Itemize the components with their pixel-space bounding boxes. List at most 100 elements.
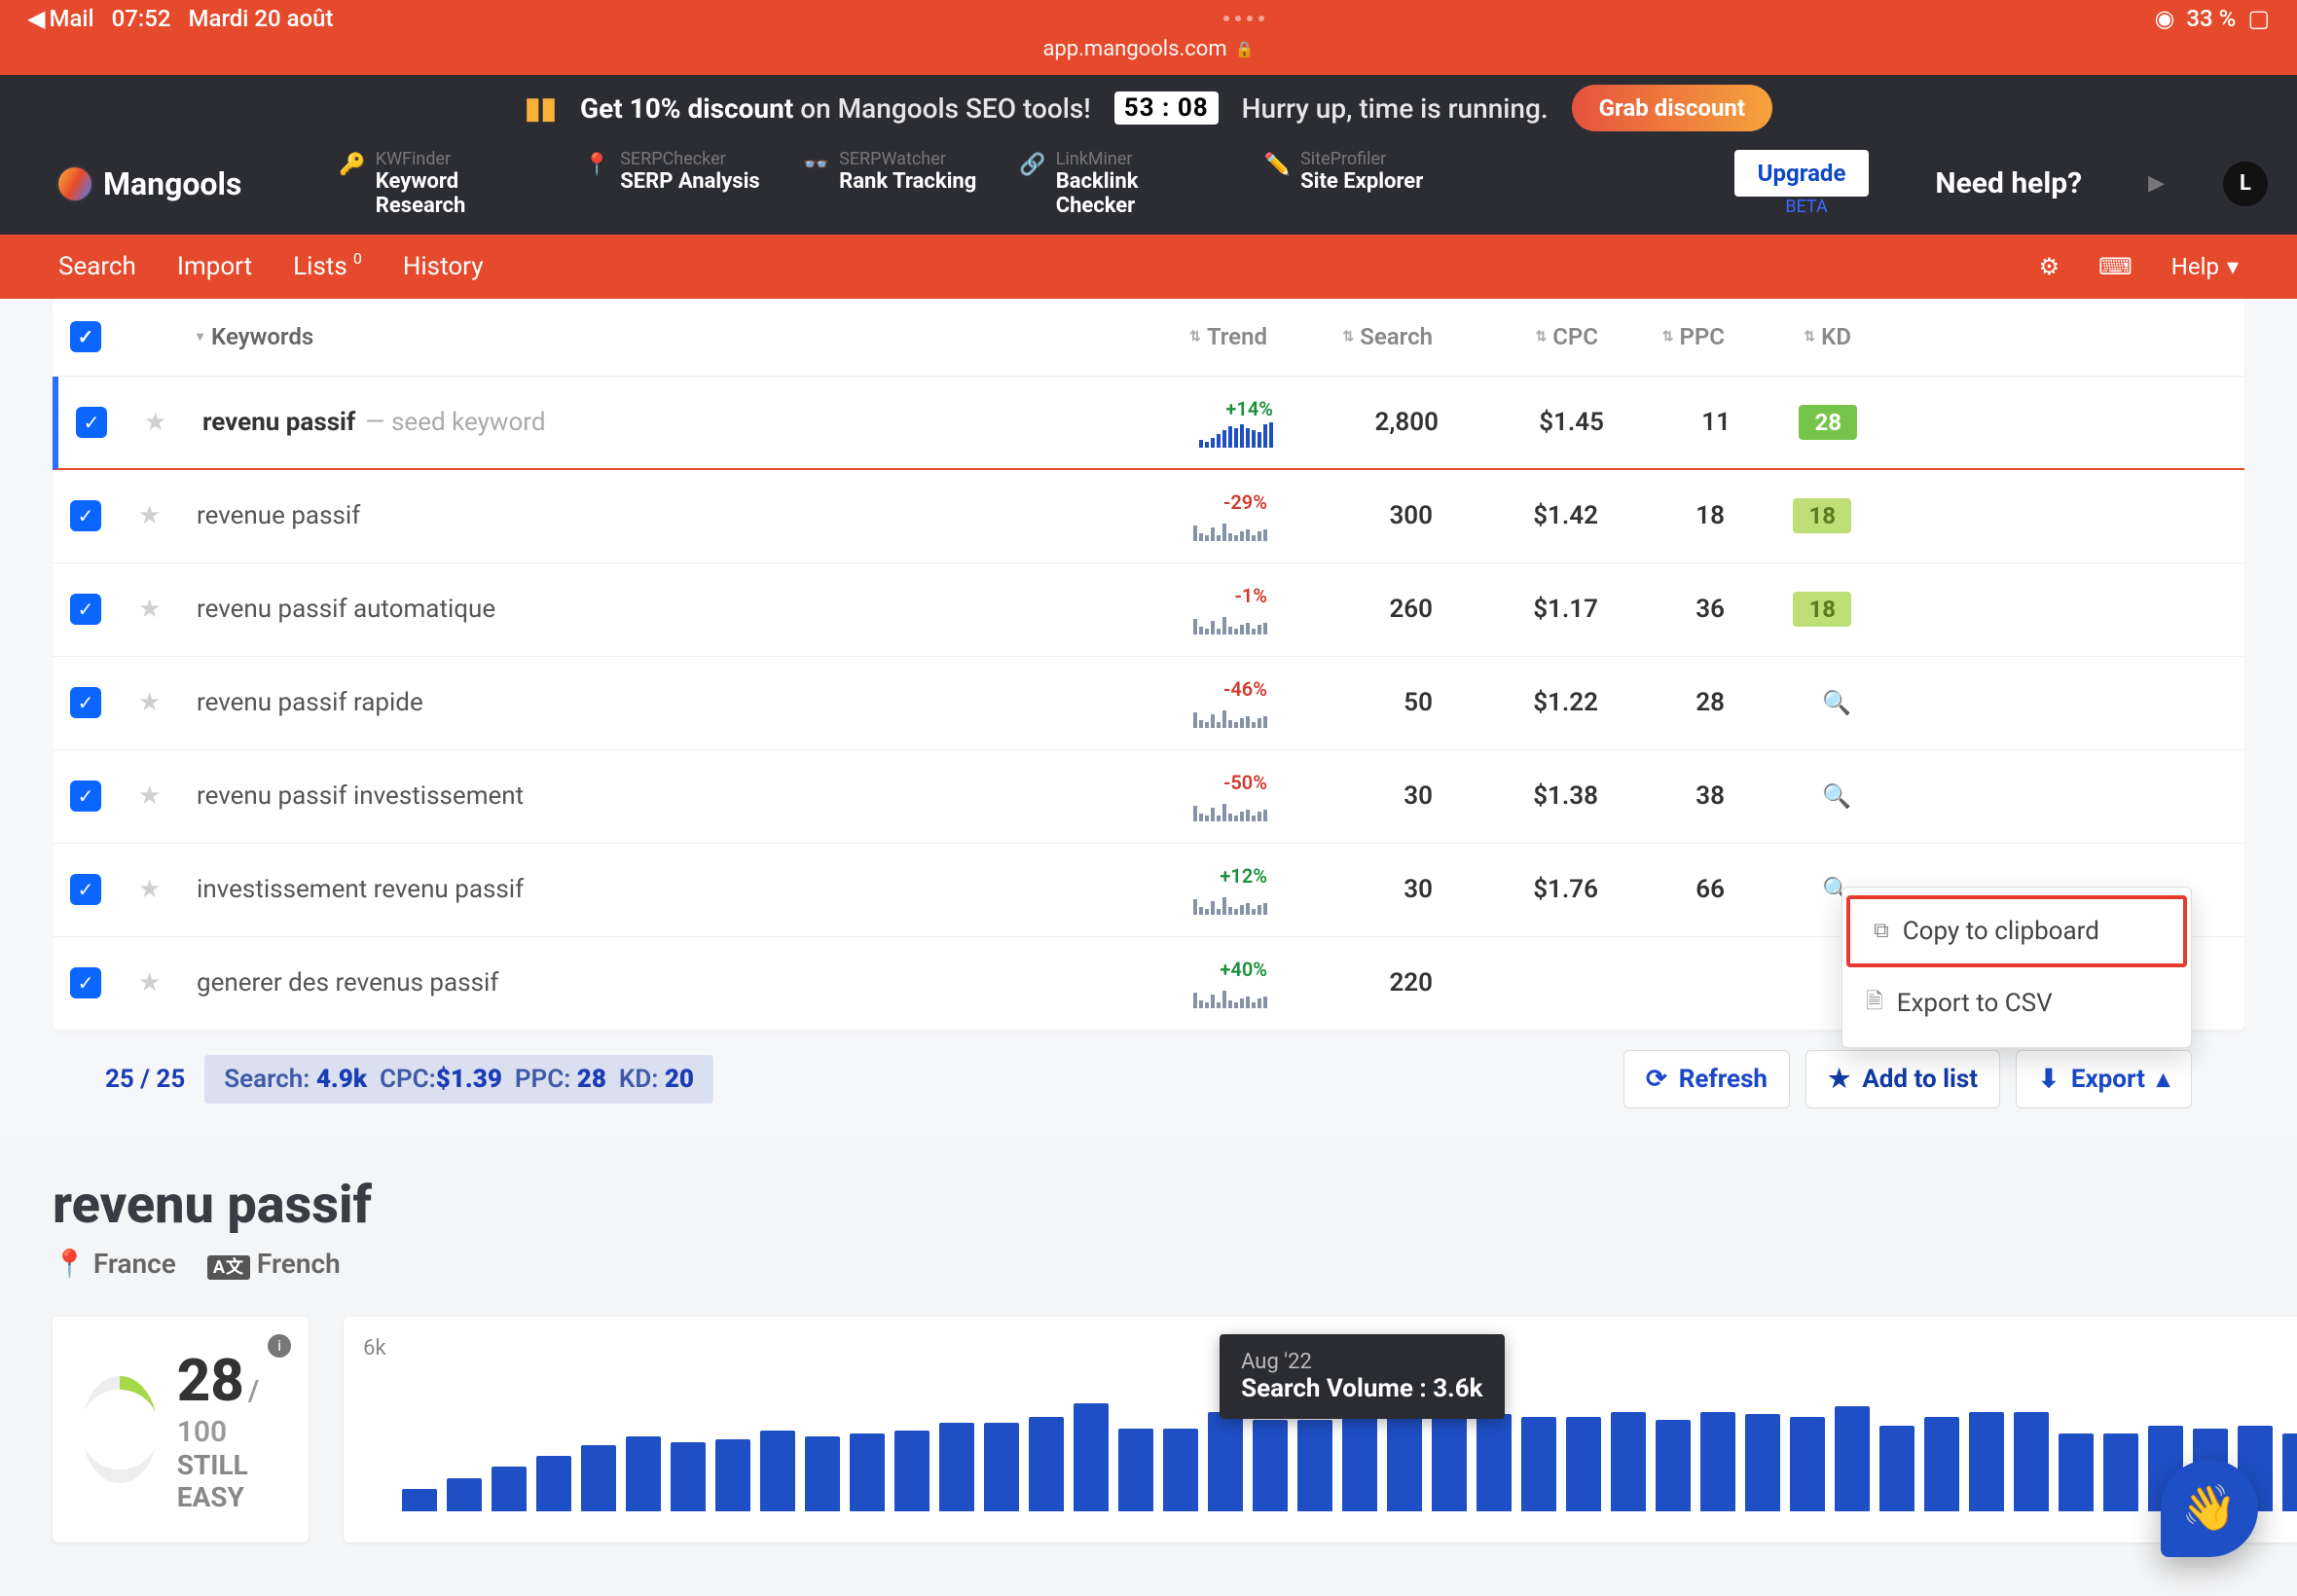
back-to-mail[interactable]: ◀ Mail bbox=[27, 5, 94, 32]
sort-icon[interactable]: ⇅ bbox=[1342, 329, 1354, 345]
brand-name: Mangools bbox=[103, 165, 241, 202]
refresh-button[interactable]: ⟳Refresh bbox=[1623, 1050, 1790, 1108]
favorite-star-icon[interactable]: ★ bbox=[138, 968, 161, 998]
row-checkbox[interactable]: ✓ bbox=[70, 594, 101, 625]
need-help-button[interactable]: Need help? bbox=[1935, 167, 2082, 200]
volume-bar bbox=[402, 1489, 437, 1511]
browser-url-bar[interactable]: app.mangools.com 🔒 bbox=[0, 37, 2297, 75]
sparkline bbox=[1073, 516, 1267, 541]
export-csv[interactable]: 🗎Export to CSV bbox=[1842, 967, 2191, 1039]
col-trend[interactable]: Trend bbox=[1207, 323, 1267, 350]
sort-keywords-icon[interactable]: ▾ bbox=[197, 329, 203, 345]
pin-icon: 📍 bbox=[584, 153, 610, 177]
tool-kwfinder[interactable]: 🔑 KWFinderKeyword Research bbox=[339, 149, 540, 219]
star-icon: ★ bbox=[1828, 1065, 1850, 1094]
promo-timer: 53 : 08 bbox=[1114, 91, 1219, 125]
sparkline bbox=[1073, 983, 1267, 1008]
search-icon[interactable]: 🔍 bbox=[1822, 689, 1851, 716]
favorite-star-icon[interactable]: ★ bbox=[138, 501, 161, 530]
grab-discount-button[interactable]: Grab discount bbox=[1572, 85, 1772, 131]
battery-icon: ▢ bbox=[2247, 5, 2270, 32]
chevron-up-icon: ▴ bbox=[2157, 1065, 2169, 1094]
cpc-cell: $1.45 bbox=[1439, 408, 1604, 437]
export-copy-clipboard[interactable]: ⧉Copy to clipboard bbox=[1846, 895, 2187, 967]
table-row[interactable]: ✓★revenu passif investissement-50%30$1.3… bbox=[53, 750, 2244, 844]
logo-icon bbox=[58, 167, 91, 200]
tool-linkminer[interactable]: 🔗 LinkMinerBacklink Checker bbox=[1019, 149, 1221, 219]
sort-icon[interactable]: ⇅ bbox=[1804, 329, 1815, 345]
keyword-cell: generer des revenus passif bbox=[197, 968, 1073, 998]
col-keywords[interactable]: Keywords bbox=[211, 323, 313, 350]
row-checkbox[interactable]: ✓ bbox=[70, 780, 101, 812]
upgrade-button[interactable]: Upgrade bbox=[1734, 150, 1870, 197]
row-checkbox[interactable]: ✓ bbox=[70, 500, 101, 531]
add-to-list-button[interactable]: ★Add to list bbox=[1805, 1050, 2000, 1108]
select-all-checkbox[interactable]: ✓ bbox=[70, 321, 101, 352]
col-search[interactable]: Search bbox=[1360, 323, 1433, 350]
favorite-star-icon[interactable]: ★ bbox=[144, 408, 166, 437]
table-row[interactable]: ✓★revenu passif — seed keyword+14%2,800$… bbox=[53, 377, 2244, 470]
tab-search[interactable]: Search bbox=[58, 252, 136, 281]
tool-serpwatcher[interactable]: 👓 SERPWatcherRank Tracking bbox=[803, 149, 977, 219]
favorite-star-icon[interactable]: ★ bbox=[138, 595, 161, 624]
row-checkbox[interactable]: ✓ bbox=[76, 407, 107, 438]
table-row[interactable]: ✓★revenu passif automatique-1%260$1.1736… bbox=[53, 563, 2244, 657]
country-label: 📍 France bbox=[53, 1248, 176, 1280]
chart-tooltip: Aug '22 Search Volume : 3.6k bbox=[1220, 1334, 1504, 1419]
sparkline bbox=[1073, 796, 1267, 821]
tab-import[interactable]: Import bbox=[177, 252, 252, 281]
trend-cell: -46% bbox=[1073, 677, 1267, 728]
favorite-star-icon[interactable]: ★ bbox=[138, 781, 161, 811]
search-cell: 2,800 bbox=[1273, 408, 1439, 437]
row-checkbox[interactable]: ✓ bbox=[70, 967, 101, 998]
favorite-star-icon[interactable]: ★ bbox=[138, 688, 161, 717]
keyboard-icon[interactable]: ⌨ bbox=[2098, 253, 2133, 280]
cpc-cell: $1.76 bbox=[1433, 875, 1598, 904]
tab-history[interactable]: History bbox=[403, 252, 484, 281]
table-row[interactable]: ✓★revenu passif rapide-46%50$1.2228🔍 bbox=[53, 657, 2244, 750]
tool-siteprofiler[interactable]: ✏️ SiteProfilerSite Explorer bbox=[1264, 149, 1424, 219]
gift-icon: ▮▮ bbox=[525, 91, 557, 126]
sparkline bbox=[1078, 422, 1273, 448]
table-row[interactable]: ✓★revenue passif-29%300$1.421818 bbox=[53, 470, 2244, 563]
search-icon[interactable]: 🔍 bbox=[1822, 782, 1851, 810]
tab-lists[interactable]: Lists0 bbox=[293, 252, 362, 281]
row-checkbox[interactable]: ✓ bbox=[70, 874, 101, 905]
tooltip-month: Aug '22 bbox=[1241, 1350, 1482, 1374]
settings-icon[interactable]: ⚙ bbox=[2039, 253, 2060, 280]
wifi-icon: ◉ bbox=[2154, 5, 2174, 32]
col-cpc[interactable]: CPC bbox=[1552, 323, 1598, 350]
tool-tabs: 🔑 KWFinderKeyword Research 📍 SERPChecker… bbox=[339, 149, 1695, 219]
ppc-cell: 36 bbox=[1598, 595, 1725, 624]
keyword-cell: revenu passif investissement bbox=[197, 781, 1073, 811]
kd-cell: 🔍 bbox=[1725, 689, 1851, 716]
volume-bar bbox=[447, 1478, 482, 1511]
col-kd[interactable]: KD bbox=[1821, 323, 1851, 350]
info-icon[interactable]: i bbox=[268, 1334, 291, 1358]
sort-icon[interactable]: ⇅ bbox=[1535, 329, 1547, 345]
volume-bar bbox=[850, 1433, 885, 1510]
ppc-cell: 38 bbox=[1598, 781, 1725, 811]
export-button[interactable]: ⬇Export ▴ bbox=[2016, 1050, 2192, 1108]
sparkline bbox=[1073, 889, 1267, 915]
volume-bar bbox=[1163, 1429, 1198, 1511]
promo-bold-text: Get 10% discount bbox=[580, 92, 793, 125]
nav-next-icon[interactable]: ▶ bbox=[2148, 171, 2165, 196]
volume-bar bbox=[1656, 1420, 1691, 1511]
sort-icon[interactable]: ⇅ bbox=[1662, 329, 1674, 345]
volume-bar bbox=[1297, 1420, 1332, 1511]
kd-card: i 28 / 100 STILL EASY bbox=[53, 1317, 309, 1542]
row-count: 25 / 25 bbox=[105, 1065, 185, 1094]
col-ppc[interactable]: PPC bbox=[1680, 323, 1726, 350]
volume-bar bbox=[671, 1442, 706, 1511]
row-checkbox[interactable]: ✓ bbox=[70, 687, 101, 718]
mangools-logo[interactable]: Mangools bbox=[58, 165, 241, 202]
help-dropdown[interactable]: Help ▾ bbox=[2171, 253, 2239, 280]
sort-icon[interactable]: ⇅ bbox=[1189, 329, 1201, 345]
favorite-star-icon[interactable]: ★ bbox=[138, 875, 161, 904]
search-cell: 30 bbox=[1267, 875, 1433, 904]
chat-fab[interactable]: 👋 bbox=[2161, 1460, 2258, 1557]
volume-bar bbox=[1521, 1417, 1556, 1510]
tool-serpchecker[interactable]: 📍 SERPCheckerSERP Analysis bbox=[584, 149, 760, 219]
user-avatar[interactable]: L bbox=[2223, 162, 2268, 206]
